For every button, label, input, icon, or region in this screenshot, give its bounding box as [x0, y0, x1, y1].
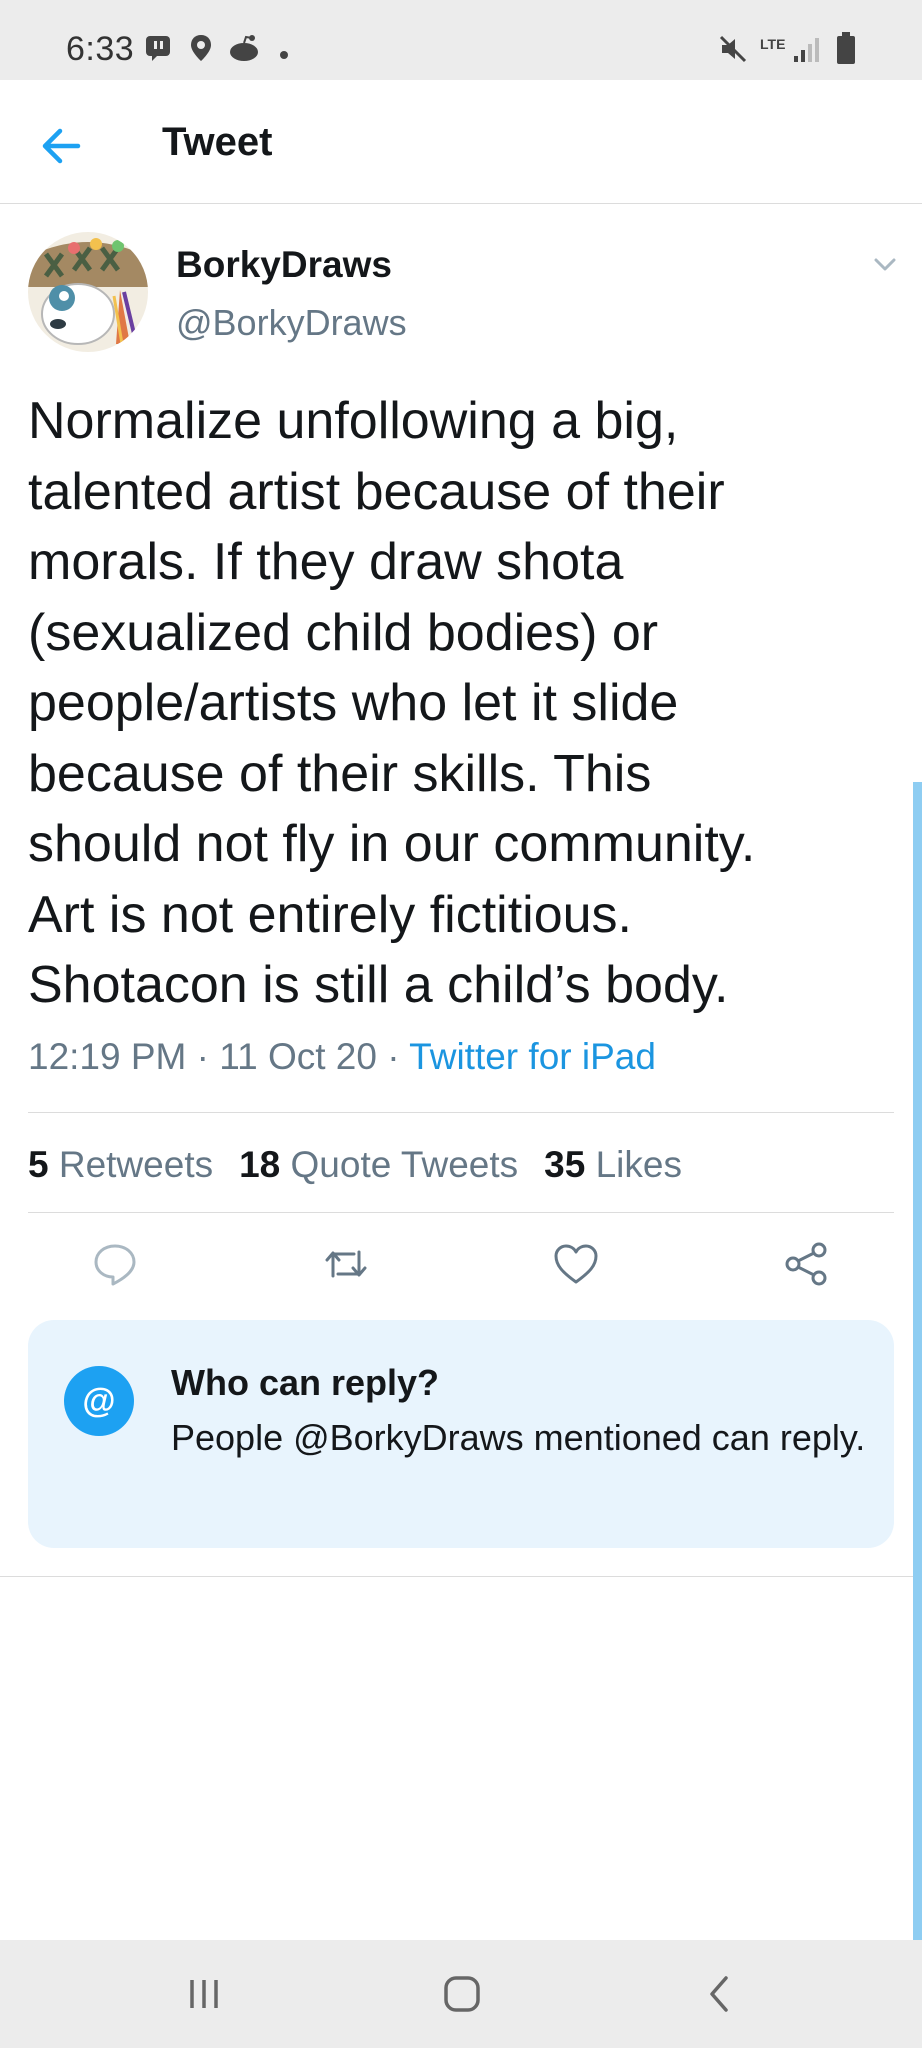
share-icon — [785, 1242, 827, 1286]
recent-apps-icon — [190, 1980, 218, 2008]
arrow-left-icon — [42, 128, 81, 164]
who-can-reply-card: @ Who can reply? People @BorkyDraws ment… — [28, 1320, 894, 1548]
tweet-date: 11 Oct 20 — [219, 1036, 377, 1077]
like-icon — [554, 1244, 598, 1284]
tweet-text: Normalize unfollowing a big, talented ar… — [28, 386, 908, 1021]
chevron-left-icon — [710, 1976, 728, 2012]
home-button[interactable] — [438, 1970, 486, 2018]
tweet-source-link[interactable]: Twitter for iPad — [409, 1036, 656, 1077]
status-bar: 6:33 LTE — [0, 0, 922, 80]
reply-icon — [94, 1244, 136, 1286]
like-button[interactable] — [552, 1240, 600, 1288]
reply-button[interactable] — [91, 1240, 139, 1288]
retweets-stat[interactable]: 5 Retweets — [28, 1144, 213, 1185]
tweet-text-line: Normalize unfollowing a big, — [28, 392, 679, 450]
tweet-meta: 12:19 PM · 11 Oct 20 · Twitter for iPad — [28, 1036, 656, 1078]
likes-label: Likes — [595, 1144, 682, 1185]
tweet-text-line: morals. If they draw shota — [28, 533, 624, 591]
likes-count: 35 — [544, 1144, 586, 1185]
chat-bubble-icon — [144, 34, 172, 67]
author-name[interactable]: BorkyDraws — [176, 244, 392, 286]
retweets-count: 5 — [28, 1144, 49, 1185]
page-title: Tweet — [162, 120, 273, 164]
quote-tweets-stat[interactable]: 18 Quote Tweets — [239, 1144, 518, 1185]
reply-card-description: People @BorkyDraws mentioned can reply. — [171, 1417, 866, 1458]
tweet-text-line: (sexualized child bodies) or — [28, 603, 659, 662]
location-pin-icon — [190, 34, 212, 67]
back-button[interactable] — [32, 116, 92, 176]
meta-separator: · — [376, 1036, 410, 1077]
network-type: LTE — [760, 36, 786, 52]
tweet-time: 12:19 PM — [28, 1036, 187, 1077]
chevron-down-icon[interactable] — [868, 250, 902, 280]
tweet-text-line: because of their skills. This — [28, 744, 652, 803]
battery-icon — [836, 32, 856, 69]
tweet-text-line: Shotacon is still a child’s body. — [28, 956, 729, 1014]
share-button[interactable] — [782, 1240, 830, 1288]
app-header: Tweet — [0, 80, 922, 204]
tweet-text-line: should not fly in our community. — [28, 815, 756, 873]
screen: 6:33 LTE Tweet BorkyDraws @BorkyDraws No… — [0, 0, 922, 2048]
retweet-button[interactable] — [322, 1240, 370, 1288]
retweets-label: Retweets — [58, 1144, 214, 1185]
navigation-bar — [0, 1940, 922, 2048]
likes-stat[interactable]: 35 Likes — [544, 1144, 682, 1185]
recent-apps-button[interactable] — [180, 1970, 228, 2018]
notification-dot-icon — [280, 46, 288, 64]
mute-icon — [718, 34, 748, 69]
avatar[interactable] — [28, 232, 148, 352]
scroll-indicator[interactable] — [913, 782, 922, 1940]
status-time: 6:33 — [66, 30, 135, 68]
tweet-text-line: people/artists who let it slide — [28, 674, 679, 732]
divider — [28, 1212, 894, 1213]
tweet-actions — [0, 1240, 922, 1292]
quote-tweets-label: Quote Tweets — [290, 1144, 519, 1185]
quote-tweets-count: 18 — [239, 1144, 281, 1185]
retweet-icon — [325, 1250, 367, 1278]
divider — [28, 1112, 894, 1113]
reddit-icon — [228, 34, 260, 67]
tweet-stats: 5 Retweets 18 Quote Tweets 35 Likes — [28, 1144, 708, 1186]
author-handle[interactable]: @BorkyDraws — [176, 302, 407, 344]
signal-icon — [792, 34, 822, 67]
back-nav-button[interactable] — [696, 1970, 744, 2018]
tweet-text-line: talented artist because of their — [28, 462, 725, 521]
divider — [0, 1576, 922, 1577]
reply-card-title: Who can reply? — [171, 1362, 440, 1403]
tweet-text-line: Art is not entirely fictitious. — [28, 885, 632, 944]
meta-separator: · — [186, 1036, 220, 1077]
home-icon — [444, 1976, 480, 2012]
at-sign-icon: @ — [64, 1366, 134, 1436]
